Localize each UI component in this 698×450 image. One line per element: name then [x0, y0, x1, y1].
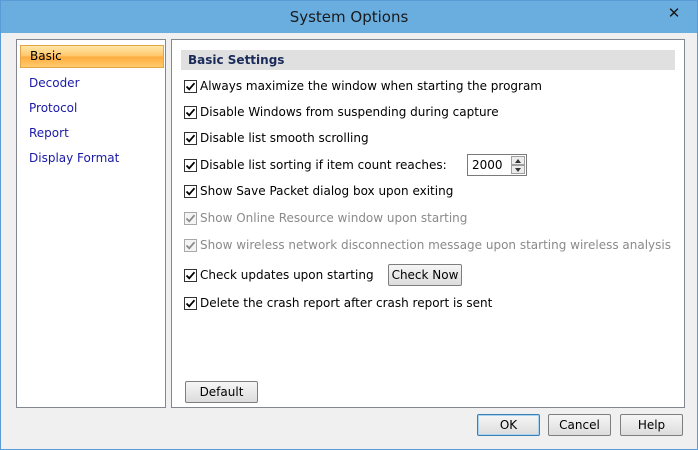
checkmark-icon	[185, 299, 196, 308]
default-button[interactable]: Default	[185, 381, 258, 403]
option-label: Disable list smooth scrolling	[200, 131, 369, 145]
option-show-save-dialog[interactable]: Show Save Packet dialog box upon exiting	[184, 183, 453, 199]
cancel-button[interactable]: Cancel	[548, 414, 611, 436]
spin-up-arrow-icon	[515, 158, 521, 163]
sort-limit-spinner[interactable]	[467, 154, 527, 176]
nav-item-protocol[interactable]: Protocol	[20, 97, 164, 120]
spin-up-button[interactable]	[511, 156, 525, 165]
nav-item-display-format[interactable]: Display Format	[20, 147, 164, 170]
option-delete-crash-report[interactable]: Delete the crash report after crash repo…	[184, 295, 492, 311]
sort-limit-input[interactable]	[472, 158, 510, 172]
checkmark-icon	[185, 82, 196, 91]
checkmark-icon	[185, 271, 196, 280]
close-button[interactable]: ✕	[657, 2, 691, 24]
spin-down-arrow-icon	[515, 167, 521, 172]
option-label: Show Online Resource window upon startin…	[200, 211, 468, 225]
spinner-buttons	[511, 156, 525, 174]
system-options-window: System Options ✕ Basic Decoder Protocol …	[0, 0, 698, 450]
checkbox[interactable]	[184, 105, 197, 119]
checkbox	[184, 211, 197, 225]
option-disable-suspend[interactable]: Disable Windows from suspending during c…	[184, 104, 499, 120]
option-label: Disable list sorting if item count reach…	[200, 158, 447, 172]
category-list: Basic Decoder Protocol Report Display Fo…	[16, 39, 166, 408]
nav-item-basic[interactable]: Basic	[20, 45, 164, 68]
nav-item-report[interactable]: Report	[20, 122, 164, 145]
spin-down-button[interactable]	[511, 165, 525, 174]
checkbox[interactable]	[184, 79, 197, 93]
ok-button[interactable]: OK	[477, 414, 540, 436]
help-button[interactable]: Help	[620, 414, 683, 436]
option-label: Always maximize the window when starting…	[200, 79, 542, 93]
option-show-wireless-disconnect: Show wireless network disconnection mess…	[184, 237, 671, 253]
option-always-maximize[interactable]: Always maximize the window when starting…	[184, 78, 542, 94]
check-now-button[interactable]: Check Now	[388, 264, 462, 286]
checkmark-icon	[185, 108, 196, 117]
checkbox[interactable]	[184, 296, 197, 310]
checkmark-icon	[185, 241, 196, 250]
checkmark-icon	[185, 134, 196, 143]
checkbox[interactable]	[184, 268, 197, 282]
checkmark-icon	[185, 187, 196, 196]
option-show-online-resource: Show Online Resource window upon startin…	[184, 210, 467, 226]
settings-panel: Basic Settings Always maximize the windo…	[171, 39, 685, 408]
checkmark-icon	[185, 161, 196, 170]
checkmark-icon	[185, 214, 196, 223]
close-icon: ✕	[667, 4, 681, 22]
option-disable-smooth-scroll[interactable]: Disable list smooth scrolling	[184, 130, 369, 146]
option-label: Check updates upon starting	[200, 268, 374, 282]
title-bar[interactable]: System Options ✕	[1, 1, 697, 33]
dialog-body: Basic Decoder Protocol Report Display Fo…	[7, 33, 691, 443]
checkbox[interactable]	[184, 184, 197, 198]
checkbox[interactable]	[184, 131, 197, 145]
option-disable-list-sorting[interactable]: Disable list sorting if item count reach…	[184, 157, 447, 173]
option-label: Show wireless network disconnection mess…	[200, 238, 671, 252]
option-label: Delete the crash report after crash repo…	[200, 296, 493, 310]
option-check-updates[interactable]: Check updates upon starting	[184, 267, 374, 283]
checkbox	[184, 238, 197, 252]
checkbox[interactable]	[184, 158, 197, 172]
nav-item-decoder[interactable]: Decoder	[20, 72, 164, 95]
option-label: Disable Windows from suspending during c…	[200, 105, 499, 119]
section-header-basic-settings: Basic Settings	[181, 50, 675, 70]
window-title: System Options	[289, 8, 409, 26]
option-label: Show Save Packet dialog box upon exiting	[200, 184, 454, 198]
